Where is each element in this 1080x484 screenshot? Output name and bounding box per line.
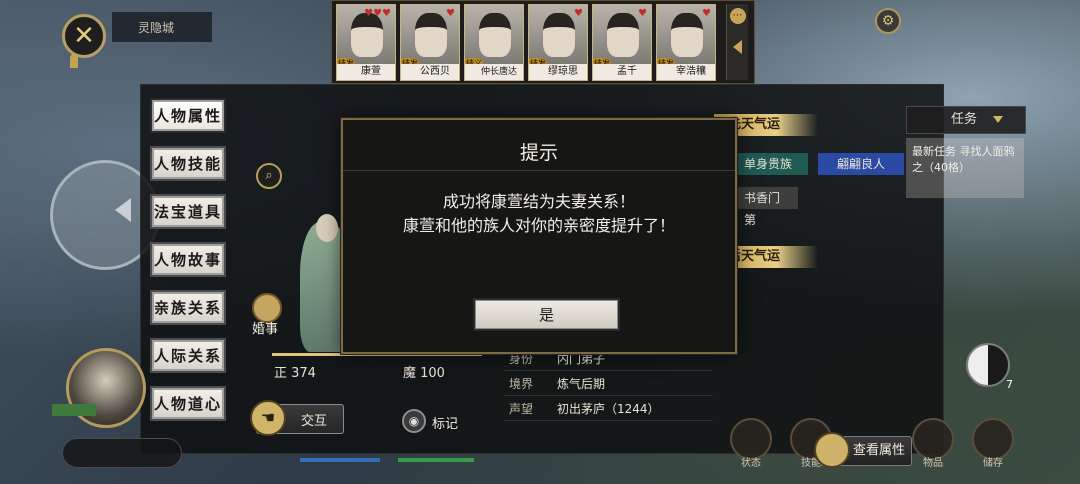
hp-bar: [300, 458, 380, 462]
portrait: [351, 13, 383, 57]
info-key: 声望: [509, 401, 534, 416]
player-avatar[interactable]: [66, 348, 146, 428]
character-bar: ♥♥♥ 结发 康萱 ♥ 结发 公西贝 结义 仲长唐达 ♥ 结发 缪琼思 ♥ 结发…: [331, 0, 755, 84]
hand-icon[interactable]: ☚: [250, 400, 286, 436]
info-key: 境界: [509, 376, 534, 391]
tab-relations[interactable]: 人际关系: [150, 338, 226, 373]
dialog-divider: [343, 170, 735, 171]
menu-label: 储存: [983, 458, 1003, 469]
marriage-label[interactable]: 婚事: [252, 318, 278, 337]
portrait: [479, 13, 511, 57]
more-icon[interactable]: ⋯: [729, 8, 746, 24]
character-card[interactable]: ♥ 结发 孟千: [592, 4, 652, 81]
close-button[interactable]: ✕: [62, 14, 106, 58]
qi-bar: [398, 458, 474, 462]
map-pin-icon: [70, 54, 78, 68]
righteous-value: 正 374: [274, 366, 316, 381]
demonic-value: 魔 100: [403, 366, 445, 381]
portrait: [607, 13, 639, 57]
character-name: 孟千: [593, 64, 651, 80]
character-name: 缪琼思: [529, 64, 587, 80]
info-row: 境界 炼气后期: [503, 371, 713, 396]
trait-tag[interactable]: 翩翩良人: [818, 153, 904, 175]
portrait: [671, 13, 703, 57]
player-status-bar[interactable]: [62, 438, 182, 468]
info-value: 初出茅庐（1244）: [557, 401, 660, 416]
interact-label: 交互: [300, 413, 327, 429]
search-icon[interactable]: ⌕: [256, 163, 282, 189]
tab-attributes[interactable]: 人物属性: [150, 98, 226, 133]
character-card[interactable]: ♥ 结发 缪琼思: [528, 4, 588, 81]
location-name: 灵隐城: [112, 12, 212, 42]
heart-icon: ♥♥♥: [364, 8, 391, 19]
task-panel[interactable]: 最新任务 寻找人面鸦之（40格）: [906, 138, 1024, 198]
confirm-button[interactable]: 是: [473, 298, 620, 331]
character-card[interactable]: ♥ 结发 宰浩穰: [656, 4, 716, 81]
heart-icon: ♥: [446, 8, 455, 19]
figure-icon[interactable]: [814, 432, 850, 468]
trait-tag[interactable]: 单身贵族: [736, 153, 808, 175]
menu-label: 状态: [741, 458, 761, 469]
task-title: 任务: [951, 112, 978, 127]
character-figure-head: [316, 214, 338, 242]
tab-family[interactable]: 亲族关系: [150, 290, 226, 325]
dialog-message-line: 成功将康萱结为夫妻关系！: [442, 192, 635, 211]
tab-dao-heart[interactable]: 人物道心: [150, 386, 226, 421]
tab-story[interactable]: 人物故事: [150, 242, 226, 277]
collapse-arrow-icon[interactable]: [733, 40, 742, 54]
eye-icon[interactable]: ◉: [402, 409, 426, 433]
tab-skills[interactable]: 人物技能: [150, 146, 226, 181]
dialog-title: 提示: [519, 142, 558, 164]
portrait: [415, 13, 447, 57]
menu-label: 物品: [923, 458, 943, 469]
character-name: 康萱: [337, 64, 395, 80]
character-card[interactable]: ♥♥♥ 结发 康萱: [336, 4, 396, 81]
settings-gear-icon[interactable]: ⚙: [875, 8, 901, 34]
character-bar-toggle[interactable]: ⋯: [726, 4, 748, 80]
dialog-message: 成功将康萱结为夫妻关系！ 康萱和他的族人对你的亲密度提升了！: [383, 190, 695, 238]
portrait: [543, 13, 575, 57]
view-attributes-label: 查看属性: [853, 443, 906, 458]
taiji-icon[interactable]: [966, 343, 1010, 387]
trait-tag[interactable]: 书香门第: [736, 187, 798, 227]
heart-icon: ♥: [702, 8, 711, 19]
character-name: 宰浩穰: [657, 64, 715, 80]
info-table: 身份 内门弟子 境界 炼气后期 声望 初出茅庐（1244）: [503, 346, 713, 421]
compass-arrow-icon: [115, 198, 131, 222]
side-tab-list: 人物属性 人物技能 法宝道具 人物故事 亲族关系 人际关系 人物道心: [150, 98, 226, 421]
character-name: 公西贝: [401, 64, 459, 80]
task-header[interactable]: 任务: [906, 106, 1026, 134]
taiji-count: 7: [1006, 378, 1013, 391]
info-row: 声望 初出茅庐（1244）: [503, 396, 713, 421]
notice-dialog: 提示 成功将康萱结为夫妻关系！ 康萱和他的族人对你的亲密度提升了！ 是: [341, 118, 737, 354]
tab-items[interactable]: 法宝道具: [150, 194, 226, 229]
info-value: 炼气后期: [557, 376, 606, 391]
mark-label[interactable]: 标记: [432, 413, 458, 432]
character-card[interactable]: ♥ 结发 公西贝: [400, 4, 460, 81]
avatar-status-tag: [52, 404, 96, 416]
dropdown-arrow-icon[interactable]: [993, 116, 1003, 123]
character-card[interactable]: 结义 仲长唐达: [464, 4, 524, 81]
dialog-message-line: 康萱和他的族人对你的亲密度提升了！: [402, 216, 675, 235]
character-name: 仲长唐达: [465, 64, 523, 80]
heart-icon: ♥: [574, 8, 583, 19]
heart-icon: ♥: [638, 8, 647, 19]
